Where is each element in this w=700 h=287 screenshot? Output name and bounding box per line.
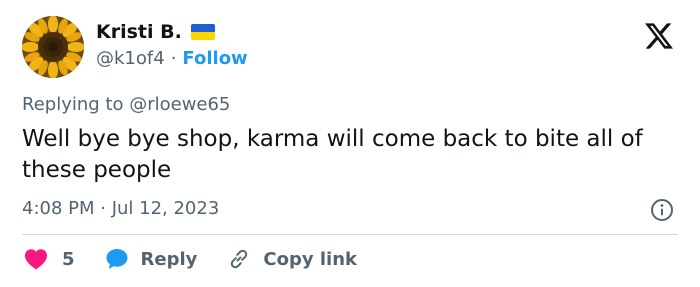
x-logo-icon[interactable]: [640, 22, 678, 50]
follow-button[interactable]: Follow: [182, 48, 247, 70]
copy-link-label: Copy link: [263, 248, 357, 270]
separator-dot: ·: [170, 48, 177, 69]
sunflower-avatar-image: [22, 16, 84, 78]
like-count: 5: [62, 248, 75, 270]
divider: [22, 234, 678, 235]
reply-label: Reply: [140, 248, 198, 270]
speech-bubble-icon: [106, 249, 128, 269]
author-name[interactable]: Kristi B.: [96, 21, 182, 43]
avatar[interactable]: [22, 16, 84, 78]
copy-link-button[interactable]: Copy link: [227, 247, 357, 271]
link-icon: [231, 249, 248, 269]
heart-icon: [25, 249, 47, 270]
reply-button[interactable]: Reply: [105, 247, 198, 271]
author-handle[interactable]: @k1of4: [96, 48, 165, 70]
tweet-timestamp[interactable]: 4:08 PM · Jul 12, 2023: [22, 198, 219, 220]
like-button[interactable]: 5: [24, 248, 75, 270]
info-icon[interactable]: [650, 198, 674, 222]
tweet-text: Well bye bye shop, karma will come back …: [22, 126, 643, 183]
author-handle-row: @k1of4 · Follow: [96, 48, 248, 70]
action-bar: 5 Reply Copy link: [24, 247, 357, 271]
author-name-row: Kristi B.: [96, 21, 215, 43]
replying-to-text: Replying to @rloewe65: [22, 94, 231, 115]
ukraine-flag-icon: [190, 24, 215, 40]
